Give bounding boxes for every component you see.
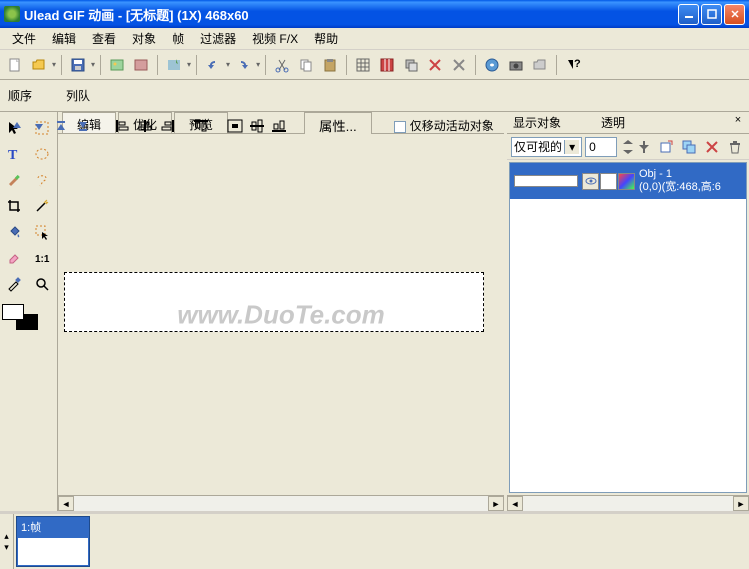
lasso-tool-icon[interactable]	[30, 168, 54, 192]
canvas-area[interactable]: www.DuoTe.com	[58, 134, 504, 495]
watermark: www.DuoTe.com	[177, 299, 385, 330]
menu-edit[interactable]: 编辑	[44, 28, 84, 49]
svg-text:?: ?	[574, 58, 581, 70]
menu-view[interactable]: 查看	[84, 28, 124, 49]
grid2-icon[interactable]	[376, 54, 398, 76]
center-canvas-icon[interactable]	[226, 116, 244, 136]
cut-icon[interactable]	[271, 54, 293, 76]
align-bottom-icon[interactable]	[270, 116, 288, 136]
moveonly-checkbox[interactable]	[394, 121, 406, 133]
copy-icon[interactable]	[295, 54, 317, 76]
timeline: ▴▾ 1:帧	[0, 511, 749, 569]
queue-label: 列队	[66, 87, 90, 104]
rpanel-hscrollbar[interactable]: ◄ ►	[507, 495, 749, 511]
align-right-icon[interactable]	[158, 116, 176, 136]
frame-thumbnail	[18, 538, 88, 565]
seq-label: 顺序	[8, 87, 32, 104]
svg-text:T: T	[8, 148, 18, 162]
object-list[interactable]: Obj - 1 (0,0)(宽:468,高:6	[509, 162, 747, 493]
paste-icon[interactable]	[319, 54, 341, 76]
app-icon	[4, 6, 20, 22]
visibility-dropdown[interactable]: 仅可视的▾	[511, 137, 582, 157]
objects-panel: 显示对象 透明 × 仅可视的▾ 0 Obj	[504, 112, 749, 511]
image2-icon[interactable]	[130, 54, 152, 76]
camera-icon[interactable]	[505, 54, 527, 76]
sequence-toolbar: 顺序 列队 属性... 仅移动活动对象	[0, 80, 749, 112]
menu-filter[interactable]: 过滤器	[192, 28, 244, 49]
open-icon[interactable]	[28, 54, 50, 76]
object-info: (0,0)(宽:468,高:6	[639, 181, 721, 194]
slider-icon[interactable]	[637, 139, 650, 155]
save-icon[interactable]	[67, 54, 89, 76]
eraser-tool-icon[interactable]	[2, 246, 26, 270]
align-hcenter-icon[interactable]	[136, 116, 154, 136]
toolbox: T 1:1	[0, 112, 58, 511]
window-title: Ulead GIF 动画 - [无标题] (1X) 468x60	[24, 5, 678, 24]
blank-icon[interactable]	[600, 173, 617, 190]
align-left-icon[interactable]	[114, 116, 132, 136]
panel-close-icon[interactable]: ×	[731, 114, 745, 128]
image-icon[interactable]	[106, 54, 128, 76]
transparent-label: 透明	[601, 114, 625, 131]
menu-help[interactable]: 帮助	[306, 28, 346, 49]
timeline-nav[interactable]: ▴▾	[0, 514, 14, 569]
object-row[interactable]: Obj - 1 (0,0)(宽:468,高:6	[510, 163, 746, 199]
delete-icon[interactable]	[424, 54, 446, 76]
eye-icon[interactable]	[582, 173, 599, 190]
grid-icon[interactable]	[352, 54, 374, 76]
timeline-frame[interactable]: 1:帧	[16, 516, 90, 567]
object-name: Obj - 1	[639, 168, 721, 181]
main-toolbar: ▾ ▾ ▾ ▾ ▾ ?	[0, 50, 749, 80]
zoom-tool-icon[interactable]	[30, 272, 54, 296]
menu-object[interactable]: 对象	[124, 28, 164, 49]
new-icon[interactable]	[4, 54, 26, 76]
preview-icon[interactable]	[481, 54, 503, 76]
scroll-right-icon[interactable]: ►	[488, 496, 504, 511]
align-vcenter-icon[interactable]	[248, 116, 266, 136]
top-icon[interactable]	[52, 116, 70, 136]
zoom11-tool-icon[interactable]: 1:1	[30, 246, 54, 270]
scroll-left-icon[interactable]: ◄	[58, 496, 74, 511]
svg-text:1:1: 1:1	[35, 254, 50, 265]
minimize-button[interactable]	[678, 4, 699, 25]
folder3-icon[interactable]	[529, 54, 551, 76]
delete2-icon[interactable]	[448, 54, 470, 76]
fg-color[interactable]	[2, 304, 24, 320]
color-swatch[interactable]	[2, 304, 42, 336]
menu-videofx[interactable]: 视频 F/X	[244, 28, 306, 49]
titlebar: Ulead GIF 动画 - [无标题] (1X) 468x60	[0, 0, 749, 28]
moveonly-label: 仅移动活动对象	[410, 119, 494, 133]
undo-icon[interactable]	[202, 54, 224, 76]
close-button[interactable]	[724, 4, 745, 25]
menu-file[interactable]: 文件	[4, 28, 44, 49]
bottom-icon[interactable]	[74, 116, 92, 136]
select-tool-icon[interactable]	[30, 220, 54, 244]
crop-tool-icon[interactable]	[2, 194, 26, 218]
brush-tool-icon[interactable]	[2, 168, 26, 192]
wand-tool-icon[interactable]	[30, 194, 54, 218]
object-thumbnail	[514, 175, 578, 187]
wizard-icon[interactable]	[163, 54, 185, 76]
text-tool-icon[interactable]: T	[2, 142, 26, 166]
maximize-button[interactable]	[701, 4, 722, 25]
transparency-input[interactable]: 0	[585, 137, 617, 157]
help-icon[interactable]: ?	[562, 54, 584, 76]
redo-icon[interactable]	[232, 54, 254, 76]
menubar: 文件 编辑 查看 对象 帧 过滤器 视频 F/X 帮助	[0, 28, 749, 50]
frame-label: 1:帧	[17, 517, 89, 537]
ellipse-tool-icon[interactable]	[30, 142, 54, 166]
menu-frame[interactable]: 帧	[164, 28, 192, 49]
layers-icon[interactable]	[400, 54, 422, 76]
eyedropper-tool-icon[interactable]	[2, 272, 26, 296]
align-top-icon[interactable]	[192, 116, 210, 136]
down-icon[interactable]	[30, 116, 48, 136]
show-objects-label: 显示对象	[513, 114, 561, 131]
fill-tool-icon[interactable]	[2, 220, 26, 244]
up-icon[interactable]	[8, 116, 26, 136]
spinner-icon[interactable]	[620, 138, 634, 156]
hscrollbar[interactable]: ◄ ►	[58, 495, 504, 511]
rgb-icon[interactable]	[618, 173, 635, 190]
